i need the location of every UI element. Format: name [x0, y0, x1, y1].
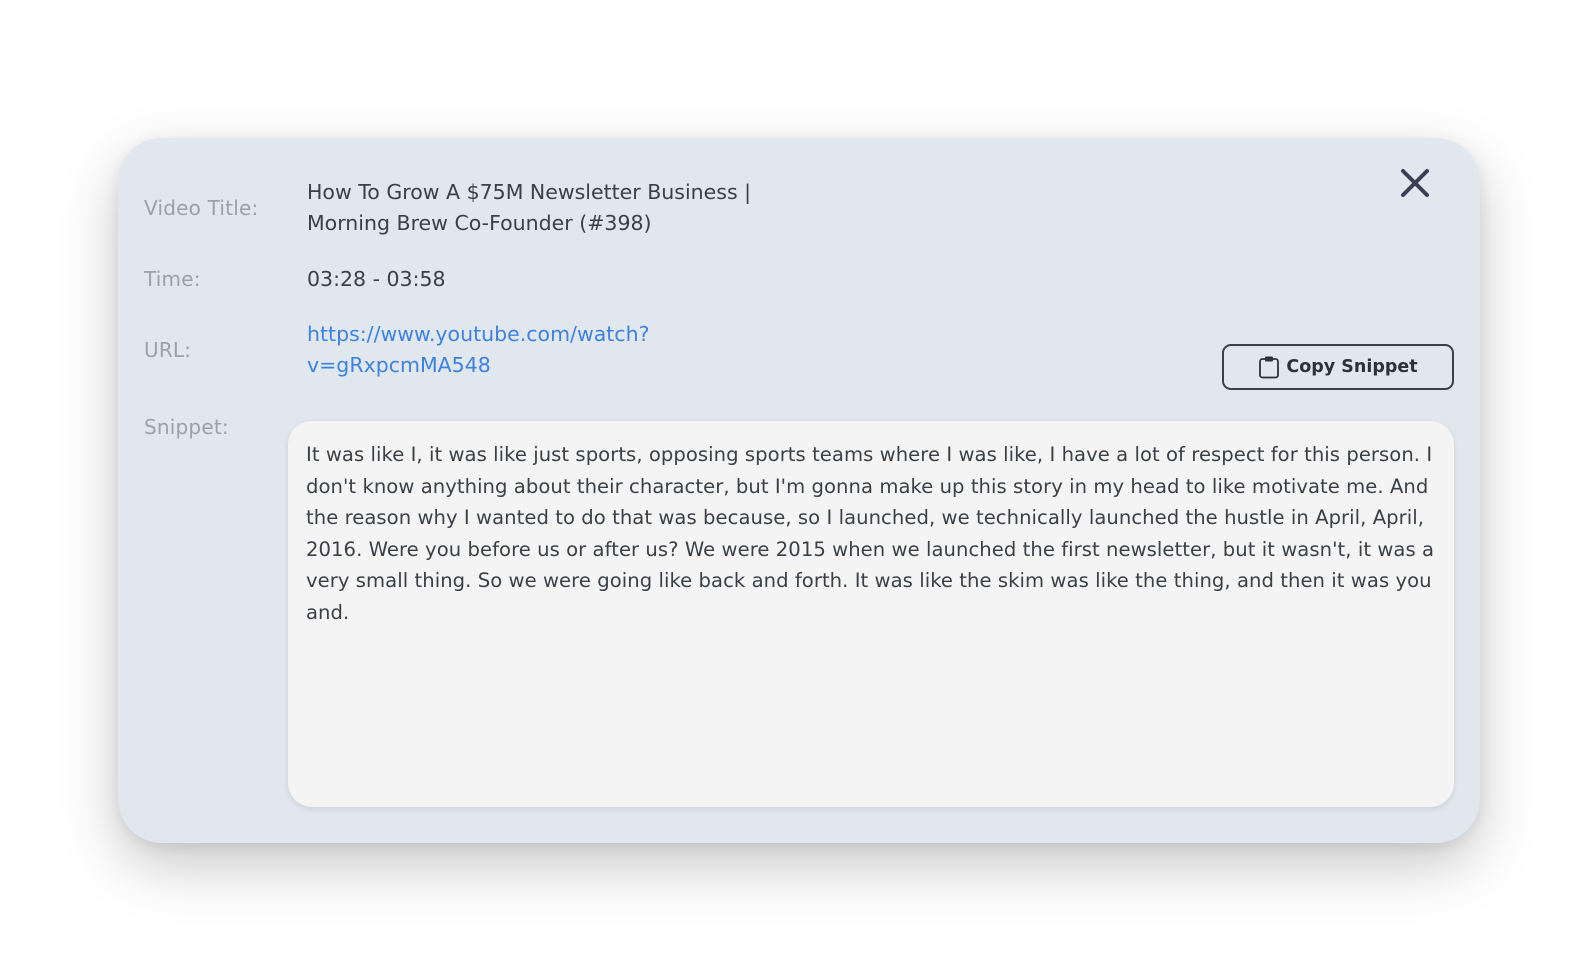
close-icon: [1401, 169, 1429, 197]
time-value: 03:28 - 03:58: [307, 267, 446, 291]
video-title-line-1: How To Grow A $75M Newsletter Business |: [307, 180, 752, 204]
snippet-textarea[interactable]: It was like I, it was like just sports, …: [288, 421, 1454, 807]
snippet-label: Snippet:: [144, 415, 229, 439]
url-link[interactable]: https://www.youtube.com/watch? v=gRxpcmM…: [307, 319, 649, 381]
clipboard-icon: [1259, 356, 1280, 379]
copy-snippet-button[interactable]: Copy Snippet: [1222, 344, 1454, 390]
time-label: Time:: [144, 267, 201, 291]
url-label: URL:: [144, 338, 192, 362]
video-title-value: How To Grow A $75M Newsletter Business |…: [307, 177, 751, 239]
snippet-details-modal: Video Title: How To Grow A $75M Newslett…: [118, 138, 1480, 843]
page-backdrop: Video Title: How To Grow A $75M Newslett…: [0, 0, 1591, 979]
url-link-line-2[interactable]: v=gRxpcmMA548: [307, 350, 649, 381]
snippet-text: It was like I, it was like just sports, …: [306, 443, 1435, 624]
close-button[interactable]: [1396, 164, 1434, 202]
video-title-label: Video Title:: [144, 196, 259, 220]
video-title-line-2: Morning Brew Co-Founder (#398): [307, 211, 652, 235]
copy-snippet-label: Copy Snippet: [1286, 357, 1418, 377]
url-link-line-1[interactable]: https://www.youtube.com/watch?: [307, 319, 649, 350]
